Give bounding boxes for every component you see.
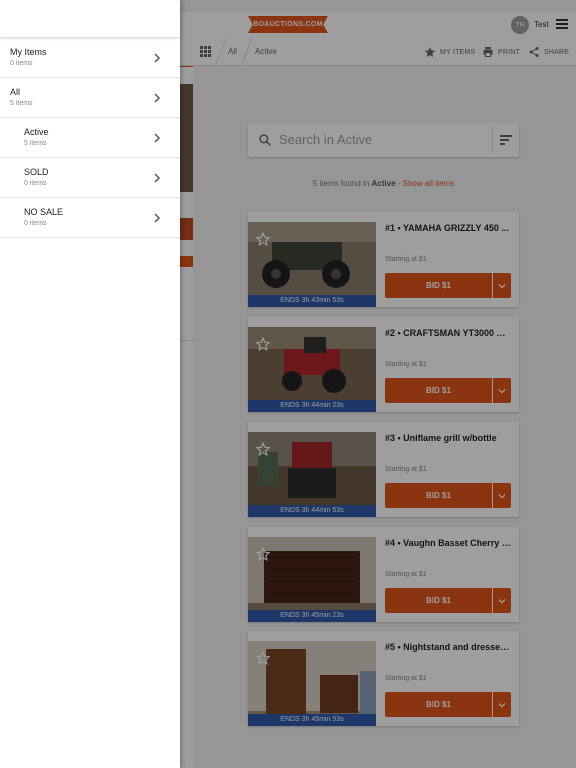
- drawer-item-count: 0 items: [24, 220, 47, 227]
- chevron-right-icon: [154, 93, 161, 103]
- drawer-item-my-items[interactable]: My Items 0 items: [0, 38, 180, 78]
- drawer-item-label: My Items: [10, 47, 47, 57]
- chevron-right-icon: [154, 53, 161, 63]
- chevron-right-icon: [154, 213, 161, 223]
- drawer-item-count: 0 items: [10, 60, 33, 67]
- drawer-item-all[interactable]: All 5 items: [0, 78, 180, 118]
- chevron-right-icon: [154, 133, 161, 143]
- chevron-right-icon: [154, 173, 161, 183]
- drawer-item-label: Active: [24, 127, 49, 137]
- drawer-item-count: 5 items: [10, 100, 33, 107]
- drawer-item-label: All: [10, 87, 21, 97]
- drawer-header: [0, 0, 180, 38]
- drawer-item-label: NO SALE: [24, 207, 64, 217]
- drawer-item-count: 0 items: [24, 180, 47, 187]
- filter-drawer: My Items 0 items All 5 items Active 5 it…: [0, 0, 180, 768]
- drawer-item-sold[interactable]: SOLD 0 items: [0, 158, 180, 198]
- drawer-item-label: SOLD: [24, 167, 49, 177]
- drawer-item-no-sale[interactable]: NO SALE 0 items: [0, 198, 180, 238]
- drawer-item-active[interactable]: Active 5 items: [0, 118, 180, 158]
- drawer-item-count: 5 items: [24, 140, 47, 147]
